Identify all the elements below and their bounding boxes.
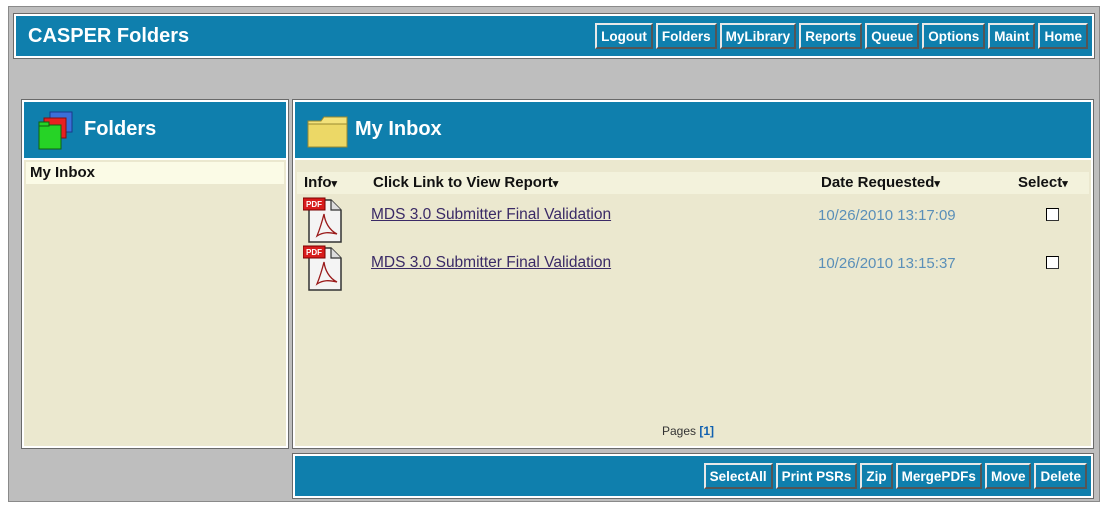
date-requested: 10/26/2010 13:15:37 <box>818 255 956 272</box>
maint-button[interactable]: Maint <box>988 23 1036 49</box>
sort-arrow-icon: ▾ <box>934 178 940 190</box>
pdf-icon[interactable]: PDF <box>303 244 343 292</box>
main-nav: Logout Folders MyLibrary Reports Queue O… <box>595 23 1088 49</box>
pagination: Pages [1] <box>662 424 714 438</box>
select-all-button[interactable]: SelectAll <box>703 463 773 489</box>
zip-button[interactable]: Zip <box>860 463 893 489</box>
table-header: Info▾ Click Link to View Report▾ Date Re… <box>297 172 1089 194</box>
page-link-1[interactable]: [1] <box>699 424 714 438</box>
select-checkbox[interactable] <box>1046 256 1059 269</box>
app-title: CASPER Folders <box>28 25 190 47</box>
action-bar: SelectAll Print PSRs Zip MergePDFs Move … <box>293 454 1093 498</box>
action-buttons: SelectAll Print PSRs Zip MergePDFs Move … <box>703 463 1087 489</box>
pdf-icon[interactable]: PDF <box>303 196 343 244</box>
delete-button[interactable]: Delete <box>1034 463 1087 489</box>
svg-text:PDF: PDF <box>306 248 322 257</box>
table-row: PDF MDS 3.0 Submitter Final Validation 1… <box>295 196 1091 244</box>
sort-arrow-icon: ▾ <box>331 178 338 190</box>
reports-button[interactable]: Reports <box>799 23 863 49</box>
mylibrary-button[interactable]: MyLibrary <box>719 23 797 49</box>
print-psrs-button[interactable]: Print PSRs <box>775 463 858 489</box>
queue-button[interactable]: Queue <box>865 23 920 49</box>
folder-icon <box>307 116 348 148</box>
folders-icon <box>38 111 73 150</box>
folders-button[interactable]: Folders <box>655 23 717 49</box>
folders-panel-title: Folders <box>84 118 157 140</box>
inbox-panel-header: My Inbox <box>295 102 1091 160</box>
move-button[interactable]: Move <box>984 463 1032 489</box>
merge-pdfs-button[interactable]: MergePDFs <box>895 463 982 489</box>
folders-panel: Folders My Inbox <box>22 100 288 448</box>
report-link[interactable]: MDS 3.0 Submitter Final Validation <box>371 254 611 272</box>
column-header-date[interactable]: Date Requested▾ <box>821 174 940 191</box>
table-row: PDF MDS 3.0 Submitter Final Validation 1… <box>295 244 1091 292</box>
column-header-info[interactable]: Info▾ <box>304 174 337 191</box>
home-button[interactable]: Home <box>1038 23 1088 49</box>
folders-panel-header: Folders <box>24 102 286 160</box>
inbox-panel: My Inbox Info▾ Click Link to View Report… <box>293 100 1093 448</box>
report-link[interactable]: MDS 3.0 Submitter Final Validation <box>371 206 611 224</box>
logout-button[interactable]: Logout <box>595 23 653 49</box>
inbox-panel-title: My Inbox <box>355 118 442 140</box>
svg-text:PDF: PDF <box>306 200 322 209</box>
sidebar-item-my-inbox[interactable]: My Inbox <box>26 162 284 184</box>
sort-arrow-icon: ▾ <box>1062 178 1068 190</box>
column-header-report[interactable]: Click Link to View Report▾ <box>373 174 558 191</box>
column-header-select[interactable]: Select▾ <box>1018 174 1068 191</box>
options-button[interactable]: Options <box>922 23 986 49</box>
sort-arrow-icon: ▾ <box>552 178 559 190</box>
top-bar: CASPER Folders Logout Folders MyLibrary … <box>14 14 1094 58</box>
pages-label: Pages <box>662 424 697 438</box>
select-checkbox[interactable] <box>1046 208 1059 221</box>
date-requested: 10/26/2010 13:17:09 <box>818 207 956 224</box>
